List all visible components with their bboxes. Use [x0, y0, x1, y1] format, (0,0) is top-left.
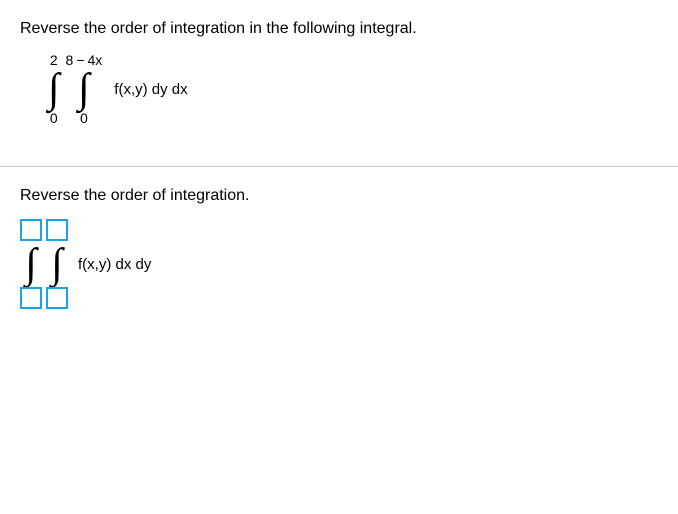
- integral-sign-icon: ∫: [25, 243, 37, 285]
- answer-integral: ∫ ∫ f(x,y) dx dy: [20, 219, 658, 309]
- integral-sign-icon: ∫: [51, 243, 63, 285]
- question-prompt: Reverse the order of integration in the …: [20, 20, 658, 38]
- outer-integral: 2 ∫ 0: [48, 52, 60, 126]
- section-divider: [0, 166, 678, 167]
- integral-sign-icon: ∫: [78, 68, 90, 110]
- answer-integrand: f(x,y) dx dy: [78, 256, 151, 273]
- inner-integral: 8 − 4x ∫ 0: [66, 52, 103, 126]
- outer-lower-limit: 0: [50, 110, 58, 126]
- inner-upper-a: 8: [66, 53, 74, 67]
- answer-outer-integral: ∫: [20, 219, 42, 309]
- inner-upper-b: 4x: [88, 53, 103, 67]
- answer-inner-integral: ∫: [46, 219, 68, 309]
- answer-prompt: Reverse the order of integration.: [20, 187, 658, 205]
- inner-lower-input[interactable]: [46, 287, 68, 309]
- minus-icon: −: [76, 53, 84, 67]
- outer-lower-input[interactable]: [20, 287, 42, 309]
- inner-upper-input[interactable]: [46, 219, 68, 241]
- integral-sign-icon: ∫: [48, 68, 60, 110]
- given-integral: 2 ∫ 0 8 − 4x ∫ 0 f(x,y) dy dx: [48, 52, 658, 126]
- outer-upper-input[interactable]: [20, 219, 42, 241]
- integrand: f(x,y) dy dx: [114, 81, 187, 98]
- inner-lower-limit: 0: [80, 110, 88, 126]
